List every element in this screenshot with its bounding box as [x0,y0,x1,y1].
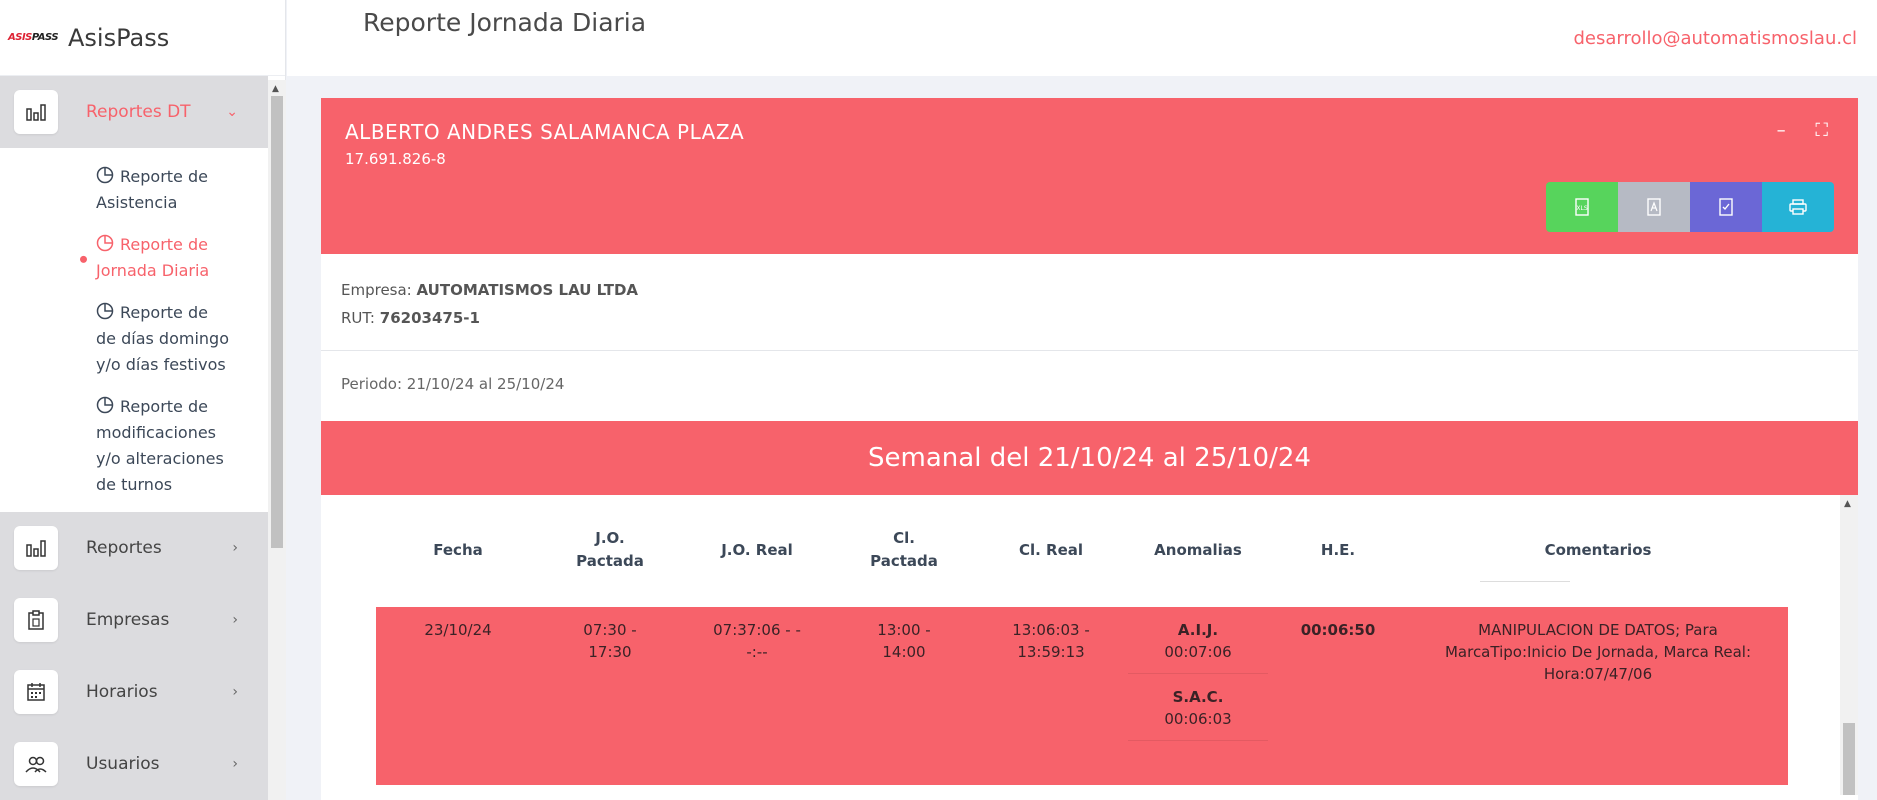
print-button[interactable] [1762,182,1834,232]
fullscreen-icon[interactable]: ⛶ [1815,120,1828,141]
export-pdf-button[interactable] [1618,182,1690,232]
chevron-right-icon: › [232,756,238,772]
excel-file-icon: XLS [1575,198,1589,216]
column-header-anomalias: Anomalias [1154,540,1242,559]
table-header: Fecha J.O. Pactada J.O. Real Cl. Pactada… [376,495,1788,605]
cell-fecha: 23/10/24 [424,621,492,639]
export-document-button[interactable] [1690,182,1762,232]
submenu-item-jornada-diaria[interactable]: Reporte de Jornada Diaria [0,224,268,292]
table-row[interactable]: 23/10/24 07:30 - 17:30 07:37:06 - --:-- … [376,607,1788,785]
cell-he: 00:06:50 [1300,621,1376,639]
sidebar-item-reportes[interactable]: Reportes › [0,512,268,584]
sidebar-item-label: Reportes [86,538,162,558]
report-period: Periodo: 21/10/24 al 25/10/24 [341,375,565,393]
report-card: ALBERTO ANDRES SALAMANCA PLAZA 17.691.82… [321,98,1858,800]
card-tools: – ⛶ [1753,120,1828,141]
brand[interactable]: ASISPASS AsisPass [0,0,285,76]
svg-text:XLS: XLS [1576,205,1587,212]
anomaly-item: S.A.C. 00:06:03 [1128,674,1268,741]
document-check-icon [1719,198,1733,216]
company-rut-line: RUT: 76203475-1 [341,309,480,327]
submenu-item-asistencia[interactable]: Reporte de Asistencia [0,156,268,224]
employee-name: ALBERTO ANDRES SALAMANCA PLAZA [345,120,745,144]
column-header-cl-real: Cl. Real [1018,540,1084,559]
minimize-icon[interactable]: – [1777,120,1786,141]
chevron-right-icon: › [232,612,238,628]
cell-jo-real: 07:37:06 - --:-- [713,621,801,661]
scroll-up-arrow-icon[interactable]: ▲ [272,84,279,94]
pie-chart-icon [96,234,114,252]
sidebar-nav: Reportes DT ⌄ Reporte de Asistencia Repor… [0,76,268,800]
pie-chart-icon [96,302,114,320]
column-header-fecha: Fecha [433,540,483,559]
sidebar-scrollbar[interactable]: ▲ [268,80,286,800]
chevron-down-icon: ⌄ [226,104,238,120]
export-excel-button[interactable]: XLS [1546,182,1618,232]
active-dot [80,255,87,263]
bar-chart-icon [14,526,58,570]
sidebar: ASISPASS AsisPass Reportes DT ⌄ Reporte … [0,0,286,800]
sidebar-item-usuarios[interactable]: Usuarios › [0,728,268,800]
card-header: ALBERTO ANDRES SALAMANCA PLAZA 17.691.82… [321,98,1858,254]
top-header: Reporte Jornada Diaria desarrollo@automa… [287,0,1877,76]
bar-chart-icon [14,90,58,134]
employee-rut: 17.691.826-8 [345,150,446,168]
cell-cl-real: 13:06:03 - 13:59:13 [1012,621,1090,661]
header-divider [1480,581,1570,582]
printer-icon [1789,199,1807,215]
submenu-reportes-dt: Reporte de Asistencia Reporte de Jornada D… [0,148,268,512]
column-header-jo-real: J.O. Real [721,540,793,559]
scrollbar-thumb[interactable] [271,96,283,548]
anomaly-item: A.I.J. 00:07:06 [1128,607,1268,674]
company-info: Empresa: AUTOMATISMOS LAU LTDA RUT: 7620… [321,254,1858,351]
cell-anomalias: A.I.J. 00:07:06 S.A.C. 00:06:03 [1128,607,1268,785]
brand-logo: ASISPASS [8,32,59,43]
cell-jo-pactada: 07:30 - 17:30 [583,621,637,661]
sidebar-item-label: Empresas [86,610,170,630]
clipboard-icon [14,598,58,642]
users-icon [14,742,58,786]
sidebar-item-reportes-dt[interactable]: Reportes DT ⌄ [0,76,268,148]
sidebar-item-label: Usuarios [86,754,160,774]
sidebar-item-empresas[interactable]: Empresas › [0,584,268,656]
report-table: Fecha J.O. Pactada J.O. Real Cl. Pactada… [321,495,1858,795]
sidebar-item-label: Horarios [86,682,158,702]
calendar-icon [14,670,58,714]
column-header-jo-pactada: J.O. Pactada [576,529,644,570]
pie-chart-icon [96,396,114,414]
scroll-up-arrow-icon[interactable]: ▲ [1844,499,1851,509]
submenu-item-domingos-festivos[interactable]: Reporte de de días domingo y/o días festi… [0,292,268,386]
week-title: Semanal del 21/10/24 al 25/10/24 [321,421,1858,495]
cell-comentarios: MANIPULACION DE DATOS; Para MarcaTipo:In… [1444,621,1752,683]
cell-cl-pactada: 13:00 - 14:00 [877,621,931,661]
sidebar-item-horarios[interactable]: Horarios › [0,656,268,728]
column-header-comentarios: Comentarios [1544,540,1652,559]
brand-name: AsisPass [68,23,170,52]
column-header-he: H.E. [1320,540,1356,559]
pie-chart-icon [96,166,114,184]
sidebar-item-label: Reportes DT [86,102,191,122]
user-email-link[interactable]: desarrollo@automatismoslau.cl [1573,28,1857,49]
submenu-item-modificaciones-turnos[interactable]: Reporte de modificaciones y/o alteracione… [0,386,268,506]
scrollbar-thumb[interactable] [1843,723,1855,795]
page-title: Reporte Jornada Diaria [363,8,647,37]
column-header-cl-pactada: Cl. Pactada [870,529,938,570]
export-button-group: XLS [1546,182,1834,232]
table-scrollbar[interactable]: ▲ [1840,495,1858,795]
pdf-file-icon [1647,198,1661,216]
chevron-right-icon: › [232,540,238,556]
chevron-right-icon: › [232,684,238,700]
company-name-line: Empresa: AUTOMATISMOS LAU LTDA [341,281,639,299]
